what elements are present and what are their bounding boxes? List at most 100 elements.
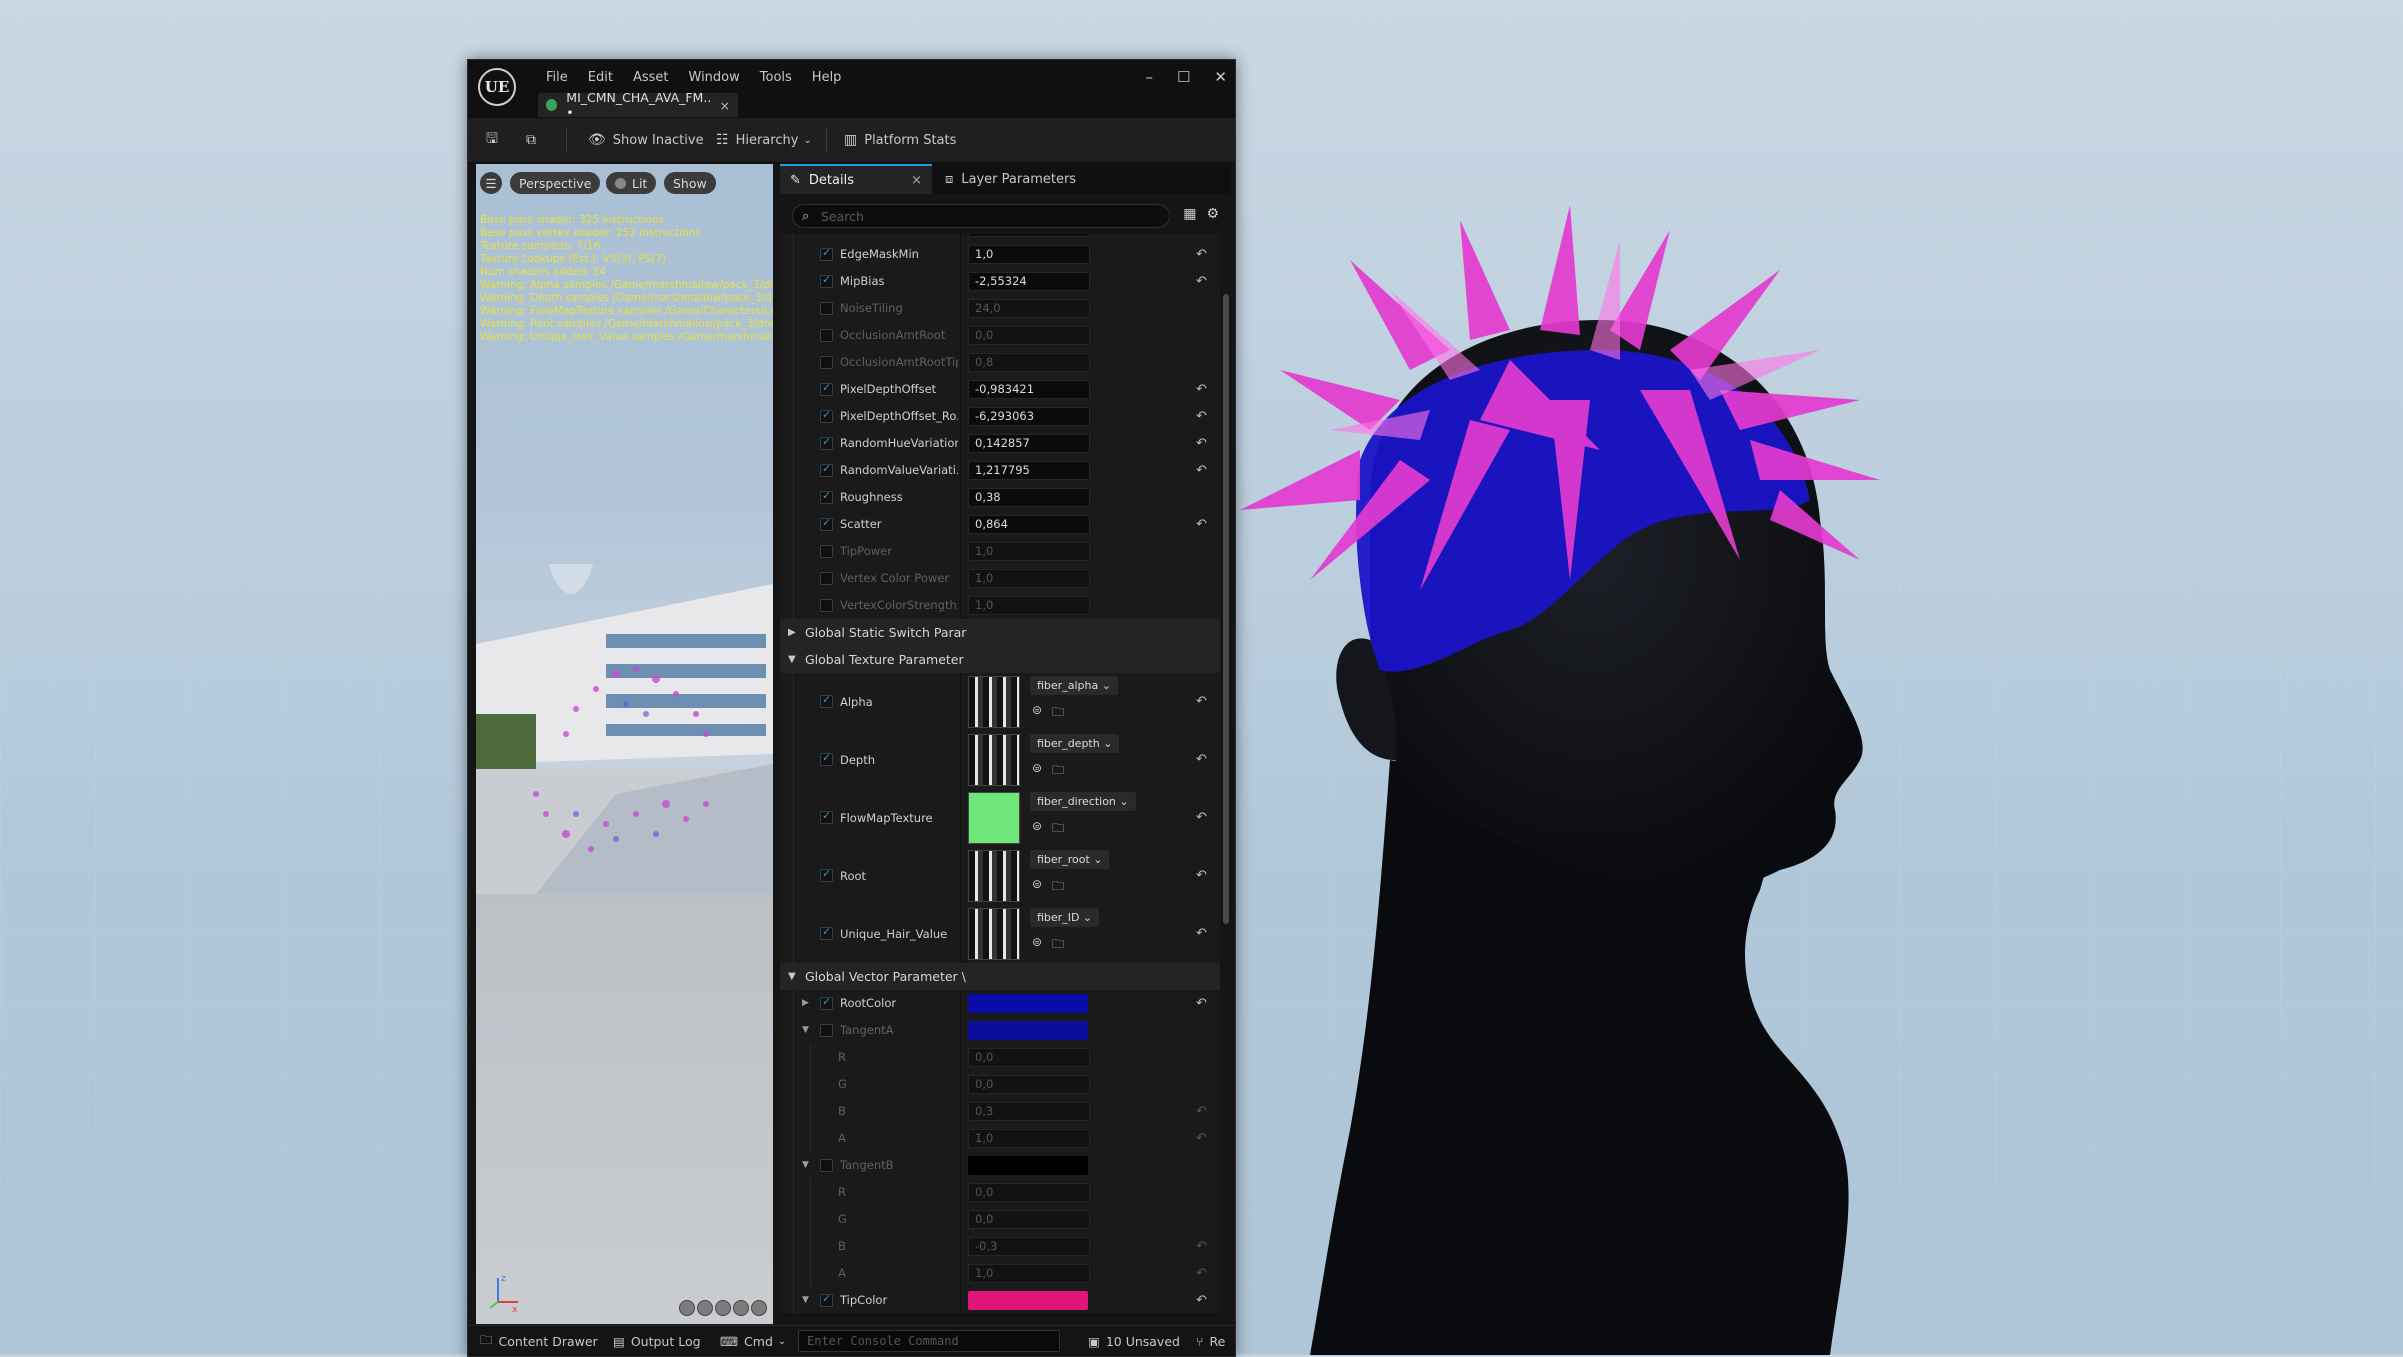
unreal-logo-icon[interactable]: UE (478, 68, 516, 106)
param-value-input[interactable]: -6,293063 (968, 407, 1090, 426)
reset-to-default-icon[interactable]: ↶ (1196, 376, 1207, 403)
maximize-icon[interactable]: ☐ (1177, 68, 1190, 86)
param-value-input[interactable]: 1,0 (968, 245, 1090, 264)
param-enable-checkbox[interactable] (820, 1159, 833, 1172)
param-value-input[interactable]: 1,0 (968, 569, 1090, 588)
param-value-input[interactable]: -0,983421 (968, 380, 1090, 399)
texture-asset-dropdown[interactable]: fiber_root ⌄ (1030, 850, 1110, 869)
reset-to-default-icon[interactable]: ↶ (1196, 1260, 1207, 1287)
reset-to-default-icon[interactable]: ↶ (1196, 511, 1207, 538)
settings-gear-icon[interactable]: ⚙ (1206, 206, 1219, 222)
tab-details[interactable]: ✎ Details × (780, 164, 932, 194)
chevron-right-icon[interactable]: ▶ (802, 990, 809, 1017)
reset-to-default-icon[interactable]: ↶ (1196, 1287, 1207, 1314)
reset-to-default-icon[interactable]: ↶ (1196, 731, 1207, 789)
use-selected-asset-icon[interactable]: ⊜ (1032, 935, 1042, 956)
param-value-input[interactable]: 1,217795 (968, 461, 1090, 480)
menu-edit[interactable]: Edit (578, 65, 623, 91)
preview-viewport[interactable]: ☰ Perspective Lit Show Base pass shader:… (476, 164, 773, 1324)
content-drawer-button[interactable]: 🗀 Content Drawer (480, 1326, 598, 1356)
color-swatch[interactable] (968, 1021, 1088, 1040)
reset-to-default-icon[interactable]: ↶ (1196, 905, 1207, 963)
reset-to-default-icon[interactable]: ↶ (1196, 847, 1207, 905)
texture-thumbnail[interactable] (968, 676, 1020, 728)
color-swatch[interactable] (968, 1291, 1088, 1310)
param-value-input[interactable]: -2,55324 (968, 272, 1090, 291)
browse-to-asset-icon[interactable]: 🗀 (1052, 703, 1064, 724)
group-static-switch-header[interactable]: ▶ Global Static Switch Parar (780, 619, 1220, 647)
param-value-input[interactable]: 1,0 (968, 542, 1090, 561)
texture-asset-dropdown[interactable]: fiber_depth ⌄ (1030, 734, 1120, 753)
reset-to-default-icon[interactable]: ↶ (1196, 673, 1207, 731)
param-enable-checkbox[interactable] (820, 1292, 833, 1307)
viewport-menu-button[interactable]: ☰ (480, 172, 502, 194)
platform-stats-button[interactable]: ▥ Platform Stats (844, 118, 956, 162)
param-value-input[interactable]: 0,864 (968, 515, 1090, 534)
details-scrollbar[interactable] (1223, 294, 1229, 924)
reset-to-default-icon[interactable]: ↶ (1196, 457, 1207, 484)
param-enable-checkbox[interactable] (820, 751, 833, 766)
texture-thumbnail[interactable] (968, 734, 1020, 786)
param-enable-checkbox[interactable] (820, 381, 833, 396)
menu-help[interactable]: Help (802, 65, 852, 91)
hierarchy-button[interactable]: ☷ Hierarchy ⌄ (716, 118, 812, 162)
chevron-down-icon[interactable]: ▼ (802, 1152, 809, 1179)
cylinder-preview-icon[interactable] (679, 1300, 695, 1316)
texture-asset-dropdown[interactable]: fiber_alpha ⌄ (1030, 676, 1118, 695)
use-selected-asset-icon[interactable]: ⊜ (1032, 761, 1042, 782)
color-swatch[interactable] (968, 994, 1088, 1013)
menu-window[interactable]: Window (679, 65, 750, 91)
close-tab-icon[interactable]: × (720, 98, 730, 113)
browse-button[interactable]: ⧉ (526, 118, 543, 162)
group-texture-header[interactable]: ▼ Global Texture Parameter (780, 646, 1220, 674)
lit-button[interactable]: Lit (606, 172, 657, 194)
channel-value-input[interactable]: 1,0 (968, 1129, 1090, 1148)
channel-value-input[interactable]: -0,3 (968, 1237, 1090, 1256)
param-enable-checkbox[interactable] (820, 356, 833, 369)
unsaved-button[interactable]: ▣ 10 Unsaved (1088, 1326, 1180, 1356)
texture-thumbnail[interactable] (968, 850, 1020, 902)
channel-value-input[interactable]: 1,0 (968, 1264, 1090, 1283)
use-selected-asset-icon[interactable]: ⊜ (1032, 877, 1042, 898)
param-enable-checkbox[interactable] (820, 1024, 833, 1037)
channel-value-input[interactable]: 0,0 (968, 1048, 1090, 1067)
menu-file[interactable]: File (536, 65, 578, 91)
perspective-button[interactable]: Perspective (510, 172, 601, 194)
param-value-input[interactable]: 0,0 (968, 326, 1090, 345)
console-command-input[interactable]: Enter Console Command (798, 1330, 1060, 1352)
reset-to-default-icon[interactable]: ↶ (1196, 241, 1207, 268)
texture-asset-dropdown[interactable]: fiber_direction ⌄ (1030, 792, 1136, 811)
param-enable-checkbox[interactable] (820, 489, 833, 504)
chevron-down-icon[interactable]: ▼ (802, 1017, 809, 1044)
menu-asset[interactable]: Asset (623, 65, 679, 91)
channel-value-input[interactable]: 0,0 (968, 1075, 1090, 1094)
minimize-icon[interactable]: – (1145, 68, 1153, 86)
param-value-input[interactable]: 1,0 (968, 596, 1090, 615)
show-inactive-button[interactable]: 👁 Show Inactive (588, 118, 704, 162)
param-enable-checkbox[interactable] (820, 599, 833, 612)
param-enable-checkbox[interactable] (820, 408, 833, 423)
revision-control-button[interactable]: ⑂ Re (1196, 1326, 1225, 1356)
browse-to-asset-icon[interactable]: 🗀 (1052, 935, 1064, 956)
sphere-preview-icon[interactable] (697, 1300, 713, 1316)
param-enable-checkbox[interactable] (820, 273, 833, 288)
texture-thumbnail[interactable] (968, 792, 1020, 844)
table-view-icon[interactable]: ▦ (1183, 206, 1196, 222)
param-value-input[interactable]: 24,0 (968, 299, 1090, 318)
custom-mesh-preview-icon[interactable] (751, 1300, 767, 1316)
close-window-icon[interactable]: ✕ (1214, 68, 1227, 86)
param-enable-checkbox[interactable] (820, 516, 833, 531)
param-value-input[interactable]: 0,8 (968, 353, 1090, 372)
reset-to-default-icon[interactable]: ↶ (1196, 990, 1207, 1017)
reset-to-default-icon[interactable]: ↶ (1196, 1233, 1207, 1260)
browse-to-asset-icon[interactable]: 🗀 (1052, 819, 1064, 840)
param-enable-checkbox[interactable] (820, 925, 833, 940)
reset-to-default-icon[interactable]: ↶ (1196, 430, 1207, 457)
close-details-tab-icon[interactable]: × (911, 173, 922, 188)
use-selected-asset-icon[interactable]: ⊜ (1032, 819, 1042, 840)
param-enable-checkbox[interactable] (820, 572, 833, 585)
reset-to-default-icon[interactable]: ↶ (1196, 403, 1207, 430)
reset-to-default-icon[interactable]: ↶ (1196, 789, 1207, 847)
use-selected-asset-icon[interactable]: ⊜ (1032, 703, 1042, 724)
param-enable-checkbox[interactable] (820, 462, 833, 477)
